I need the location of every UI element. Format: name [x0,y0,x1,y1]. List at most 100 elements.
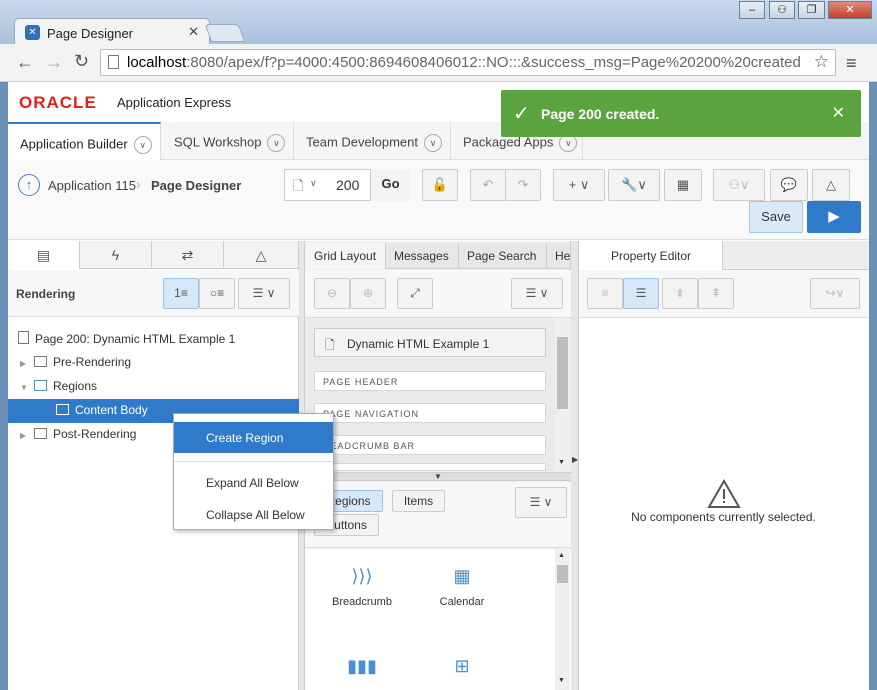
layout-menu-button[interactable]: ☰ ∨ [511,278,563,309]
scroll-thumb[interactable] [557,337,568,409]
up-arrow-icon[interactable]: ↑ [18,174,40,196]
tab-title: Page Designer [47,26,133,41]
tree-page-node[interactable]: Page 200: Dynamic HTML Example 1 [8,327,299,351]
expand-arrow-icon[interactable]: ▶ [20,359,30,368]
go-to-group-button[interactable]: ↪∨ [810,278,860,309]
shapes-icon[interactable]: △ [812,169,850,201]
tab-processing[interactable]: ⇄ [152,241,224,269]
breadcrumb-application[interactable]: Application 115 [48,178,136,193]
create-menu-button[interactable]: + ∨ [553,169,605,201]
address-bar[interactable]: localhost:8080/apex/f?p=4000:4500:869460… [100,49,836,76]
folder-icon [34,356,47,367]
slot-page-header[interactable]: PAGE HEADER [314,371,546,391]
go-button[interactable]: Go [370,169,410,201]
user-button[interactable]: ⚇ [769,1,795,19]
tab-grid-layout[interactable]: Grid Layout [306,243,386,269]
scroll-down-icon[interactable]: ▼ [558,677,565,684]
panel-splitter[interactable]: ▶ [571,241,578,690]
gallery-item-chart[interactable]: ▮▮▮ [317,656,407,686]
tab-team-development[interactable]: Team Development ∨ [294,122,451,160]
tab-page-search[interactable]: Page Search [459,243,547,269]
chevron-down-icon[interactable]: ∨ [267,134,286,152]
gallery-tab-items[interactable]: Items [392,490,445,512]
slot-page-navigation[interactable]: PAGE NAVIGATION [314,403,546,423]
run-page-button[interactable]: ▶ [807,201,861,233]
chevron-down-icon[interactable]: ∨ [424,134,442,152]
tab-shared-components[interactable]: △ [224,241,299,269]
gallery-item-label: Breadcrumb [332,596,392,608]
scroll-down-icon[interactable]: ▼ [558,459,565,466]
undo-icon[interactable]: ↶ [470,169,506,201]
tree-menu-button[interactable]: ☰ ∨ [238,278,290,309]
close-tab-icon[interactable]: ✕ [188,24,199,40]
page-box[interactable]: 🗋 Dynamic HTML Example 1 [314,328,546,357]
save-button[interactable]: Save [749,201,803,233]
context-menu: Create Region Expand All Below Collapse … [173,413,334,530]
comments-icon[interactable]: 💬 [770,169,808,201]
close-icon[interactable]: ✕ [832,103,845,123]
menu-expand-all-below[interactable]: Expand All Below [174,467,333,498]
scrollbar[interactable]: ▼ [555,319,570,471]
minimize-button[interactable]: ‒ [739,1,765,19]
page-number-input[interactable]: 200 [336,177,359,193]
tab-help[interactable]: He [547,243,571,269]
shared-components-icon[interactable]: ▦ [664,169,702,201]
tab-application-builder[interactable]: Application Builder ∨ [8,122,161,160]
tree-label: Page 200: Dynamic HTML Example 1 [35,332,236,346]
folder-icon [56,404,69,415]
scroll-thumb[interactable] [557,565,568,583]
gallery-menu-button[interactable]: ☰ ∨ [515,487,567,518]
collapse-all-icon[interactable]: ⇟ [662,278,698,309]
gallery-item-calendar[interactable]: ▦ Calendar [417,566,507,608]
zoom-in-icon[interactable]: ⊕ [350,278,386,309]
scrollbar[interactable]: ▲ ▼ [555,549,570,690]
back-arrow-icon[interactable]: ← [16,52,34,73]
show-all-icon[interactable]: ☰ [623,278,659,309]
expand-all-icon[interactable]: ⇞ [698,278,734,309]
lock-icon[interactable]: 🔓 [422,169,458,201]
tree-regions[interactable]: ▼ Regions [8,375,299,399]
browser-menu-icon[interactable]: ≡ [846,53,857,74]
tab-messages[interactable]: Messages [386,243,459,269]
view-by-component-icon[interactable]: 1≡ [163,278,199,309]
gallery-item-breadcrumb[interactable]: ⟩⟩⟩ Breadcrumb [317,566,407,608]
collapse-arrow-icon[interactable]: ▼ [20,383,30,392]
product-name: Application Express [117,95,232,110]
restore-button[interactable]: ❐ [798,1,825,19]
breadcrumb-separator: › [136,176,141,192]
forward-arrow-icon[interactable]: → [45,52,63,73]
menu-create-region[interactable]: Create Region [174,422,333,453]
slot-breadcrumb-bar[interactable]: READCRUMB BAR [314,435,546,455]
zoom-out-icon[interactable]: ⊖ [314,278,350,309]
gallery-splitter[interactable]: ▼ [305,472,571,481]
redo-icon[interactable]: ↷ [505,169,541,201]
show-common-icon[interactable]: ≡ [587,278,623,309]
chevron-down-icon[interactable]: ∨ [310,178,317,189]
reload-icon[interactable]: ↻ [74,51,89,72]
tab-property-editor[interactable]: Property Editor [579,241,723,270]
page-icon [108,55,119,69]
bookmark-star-icon[interactable]: ☆ [814,52,829,72]
expand-icon[interactable]: ⤢ [397,278,433,309]
breadcrumb-page-designer: Page Designer [151,178,242,193]
slot-next[interactable] [314,463,546,471]
tab-label: Application Builder [20,136,128,152]
expand-arrow-icon[interactable]: ▶ [20,431,30,440]
tree-post-rendering[interactable]: ▶ Post-Rendering [8,423,168,447]
menu-collapse-all-below[interactable]: Collapse All Below [174,499,333,530]
gallery-item-grid[interactable]: ⊞ [417,656,507,686]
browser-tab[interactable]: ✕ Page Designer ✕ [14,18,210,46]
tab-rendering[interactable]: ▤ [8,241,80,269]
scroll-up-icon[interactable]: ▲ [558,552,565,559]
team-dev-icon[interactable]: ⚇∨ [713,169,765,201]
new-tab-button[interactable] [204,24,246,42]
tab-dynamic-actions[interactable]: ϟ [80,241,152,269]
view-by-processing-icon[interactable]: ○≡ [199,278,235,309]
tree-label: Content Body [75,403,148,417]
breadcrumb-icon: ⟩⟩⟩ [351,566,373,586]
tree-pre-rendering[interactable]: ▶ Pre-Rendering [8,351,299,375]
utilities-wrench-icon[interactable]: 🔧∨ [608,169,660,201]
chevron-down-icon[interactable]: ∨ [133,136,152,154]
tab-sql-workshop[interactable]: SQL Workshop ∨ [162,122,294,160]
close-window-button[interactable]: ✕ [828,1,872,19]
